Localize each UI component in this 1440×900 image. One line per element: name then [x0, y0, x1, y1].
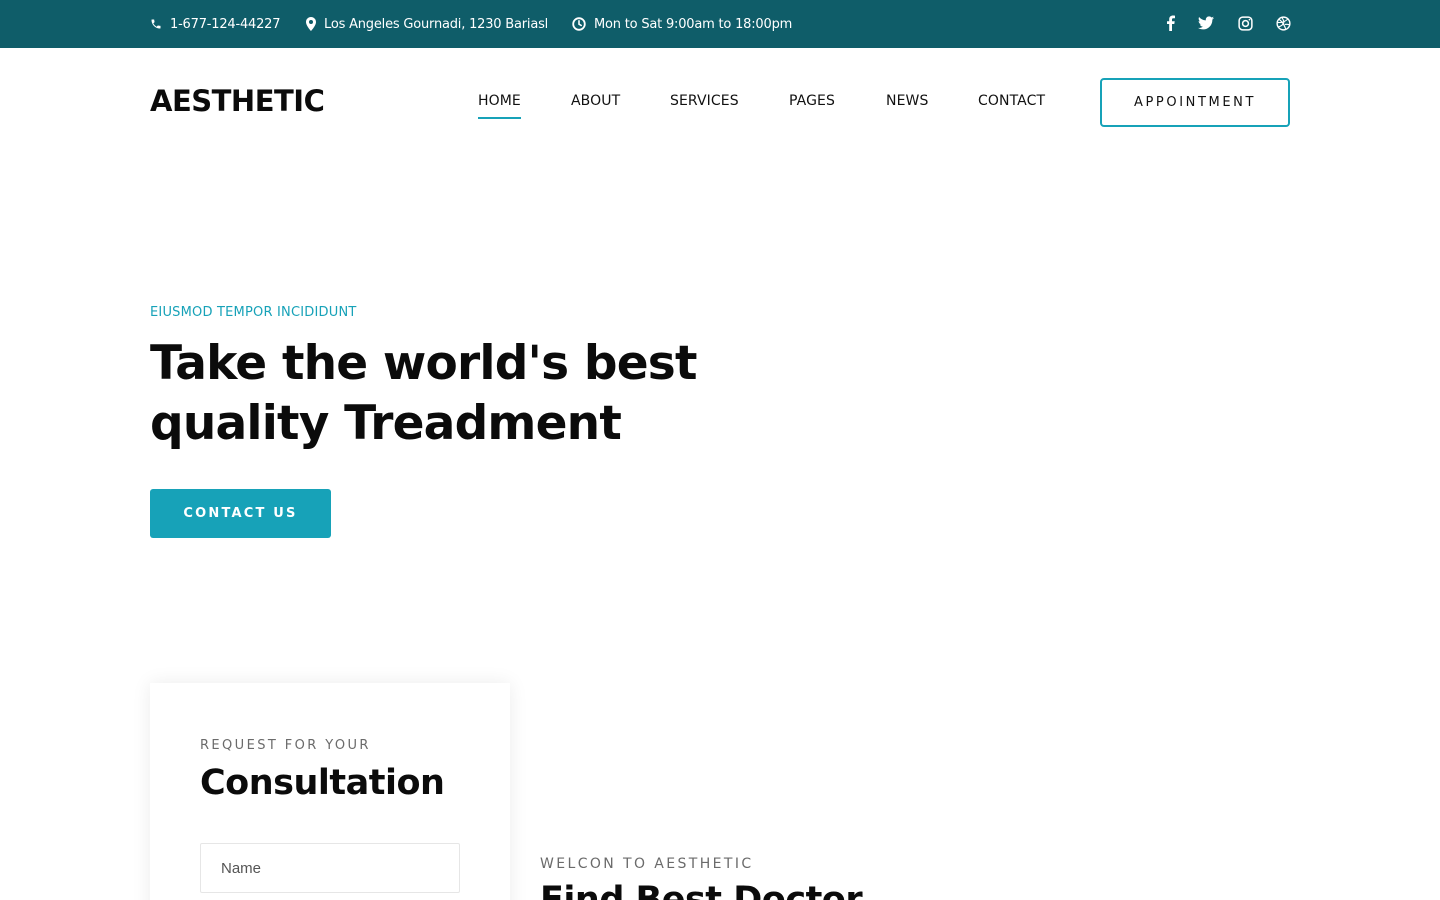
site-logo[interactable]: AESTHETIC [150, 84, 325, 118]
about-title: Find Best Doctor [540, 880, 863, 900]
phone-text: 1-677-124-44227 [170, 16, 281, 32]
consultation-title: Consultation [200, 763, 445, 803]
twitter-icon[interactable] [1198, 15, 1214, 31]
facebook-icon[interactable] [1162, 15, 1178, 31]
about-eyebrow: WELCON TO AESTHETIC [540, 856, 754, 872]
nav-item-pages[interactable]: PAGES [789, 93, 835, 109]
nav-item-home[interactable]: HOME [478, 93, 521, 119]
hero-headline: Take the world's best quality Treadment [150, 336, 697, 451]
phone-icon [151, 19, 161, 29]
name-field[interactable] [200, 843, 460, 893]
nav-item-contact[interactable]: CONTACT [978, 93, 1045, 109]
contact-phone: 1-677-124-44227 [150, 0, 281, 48]
contact-us-button[interactable]: CONTACT US [150, 489, 331, 538]
instagram-icon[interactable] [1237, 15, 1253, 31]
consultation-eyebrow: REQUEST FOR YOUR [200, 738, 371, 753]
address-text: Los Angeles Gournadi, 1230 Bariasl [324, 16, 549, 32]
clock-icon [572, 17, 586, 31]
consultation-card: REQUEST FOR YOUR Consultation [150, 683, 510, 900]
map-pin-icon [306, 17, 316, 31]
dribbble-icon[interactable] [1275, 15, 1291, 31]
appointment-button[interactable]: APPOINTMENT [1100, 78, 1290, 127]
nav-item-news[interactable]: NEWS [886, 93, 928, 109]
contact-address: Los Angeles Gournadi, 1230 Bariasl [306, 0, 548, 48]
nav-item-about[interactable]: ABOUT [571, 93, 620, 109]
contact-hours: Mon to Sat 9:00am to 18:00pm [572, 0, 792, 48]
nav-item-services[interactable]: SERVICES [670, 93, 739, 109]
hero-eyebrow: EIUSMOD TEMPOR INCIDIDUNT [150, 305, 357, 320]
top-bar: 1-677-124-44227 Los Angeles Gournadi, 12… [0, 0, 1440, 48]
hours-text: Mon to Sat 9:00am to 18:00pm [594, 16, 793, 32]
